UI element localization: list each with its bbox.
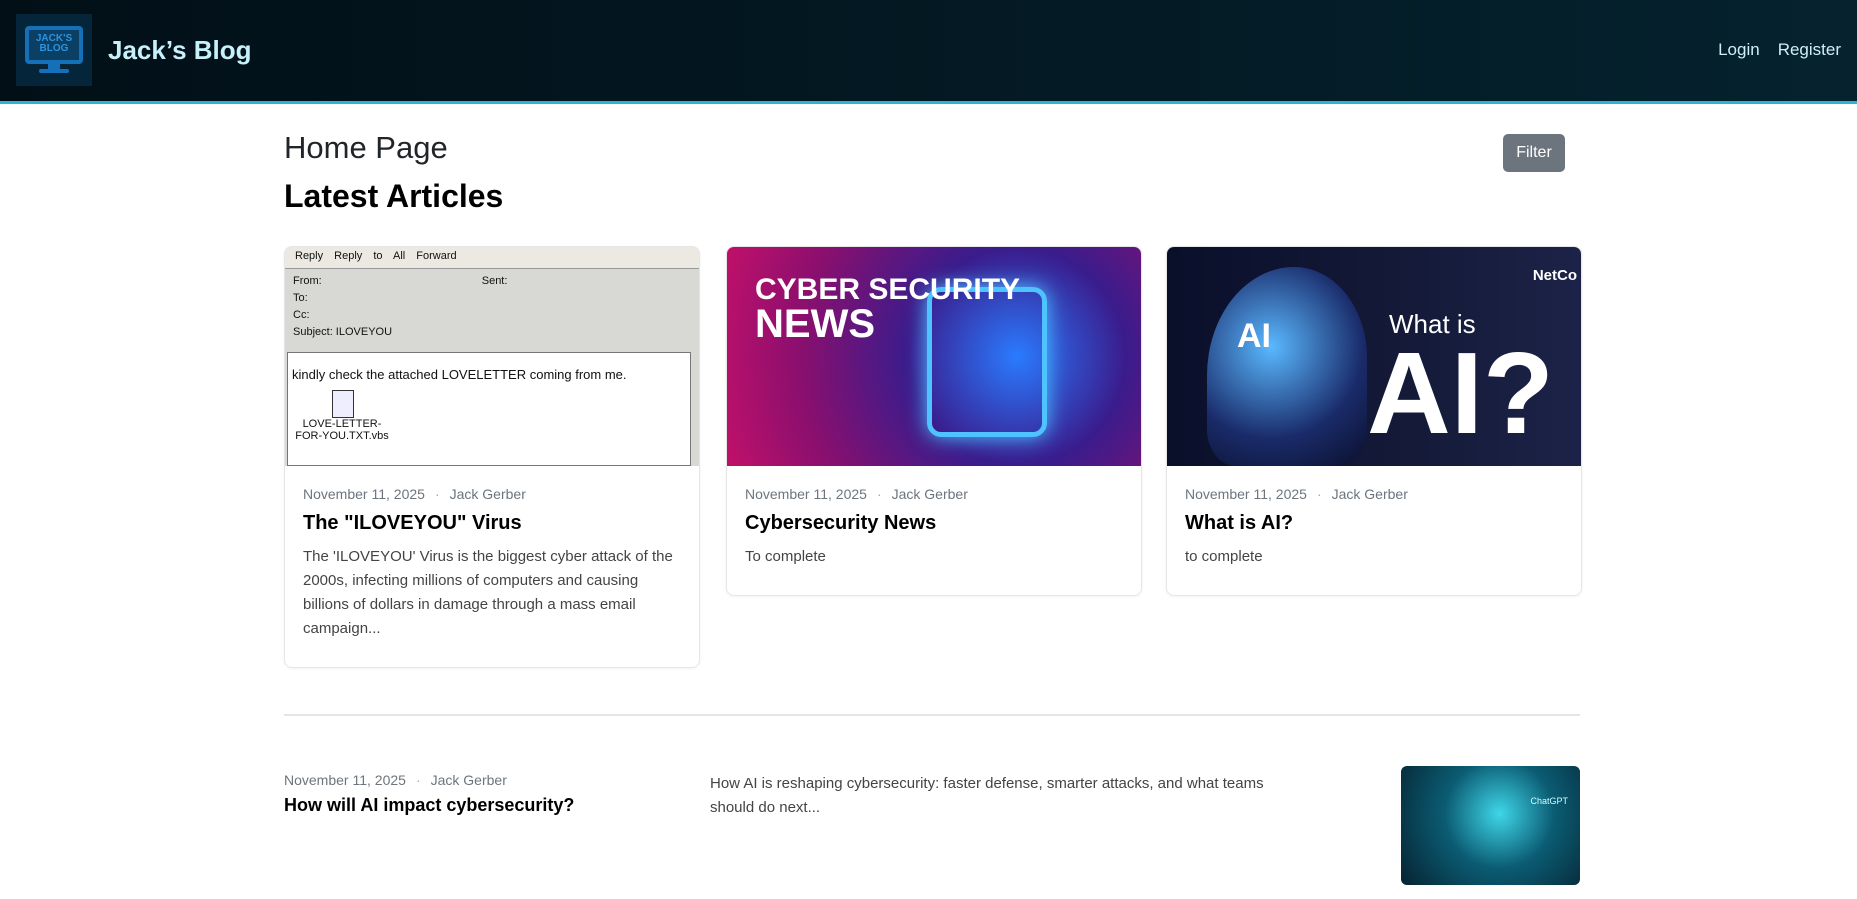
post-date: November 11, 2025 xyxy=(284,772,406,788)
post-author: Jack Gerber xyxy=(430,772,507,788)
article-image: AI What is AI? NetCo xyxy=(1167,247,1581,466)
article-title[interactable]: Cybersecurity News xyxy=(745,512,1123,535)
register-link[interactable]: Register xyxy=(1778,40,1841,60)
article-excerpt: To complete xyxy=(745,548,826,565)
post-title[interactable]: How will AI impact cybersecurity? xyxy=(284,795,574,816)
site-header: JACK'S BLOG Jack’s Blog Login Register xyxy=(0,0,1857,104)
site-logo[interactable]: JACK'S BLOG xyxy=(16,14,92,86)
article-image: Reply Reply to All Forward From: Sent: To… xyxy=(285,247,699,466)
article-title[interactable]: The "ILOVEYOU" Virus xyxy=(303,512,681,535)
site-title[interactable]: Jack’s Blog xyxy=(108,35,252,66)
divider xyxy=(284,714,1580,716)
article-image: CYBER SECURITY NEWS xyxy=(727,247,1141,466)
article-card[interactable]: CYBER SECURITY NEWS November 11, 2025 · Jac… xyxy=(726,246,1142,596)
robot-head-icon xyxy=(1207,267,1367,466)
top-nav: Login Register xyxy=(1718,40,1841,60)
section-title: Latest Articles xyxy=(284,178,504,214)
post-list-item[interactable]: November 11, 2025 · Jack Gerber How will A… xyxy=(284,766,1580,886)
filter-button[interactable]: Filter xyxy=(1503,134,1565,172)
article-card[interactable]: AI What is AI? NetCo November 11, 2025 · J… xyxy=(1166,246,1582,596)
article-date: November 11, 2025 xyxy=(1185,486,1307,502)
article-author: Jack Gerber xyxy=(891,486,968,502)
login-link[interactable]: Login xyxy=(1718,40,1760,60)
article-card[interactable]: Reply Reply to All Forward From: Sent: To… xyxy=(284,246,700,668)
article-date: November 11, 2025 xyxy=(303,486,425,502)
file-icon xyxy=(332,390,354,418)
article-excerpt: to complete xyxy=(1185,548,1263,565)
post-image[interactable]: ChatGPT xyxy=(1401,766,1580,885)
article-author: Jack Gerber xyxy=(1331,486,1408,502)
article-author: Jack Gerber xyxy=(449,486,526,502)
article-excerpt: The 'ILOVEYOU' Virus is the biggest cybe… xyxy=(303,548,673,637)
page-title: Home Page xyxy=(284,130,448,165)
monitor-icon: JACK'S BLOG xyxy=(25,26,83,74)
post-excerpt: How AI is reshaping cybersecurity: faste… xyxy=(710,775,1264,816)
article-title[interactable]: What is AI? xyxy=(1185,512,1563,535)
article-date: November 11, 2025 xyxy=(745,486,867,502)
